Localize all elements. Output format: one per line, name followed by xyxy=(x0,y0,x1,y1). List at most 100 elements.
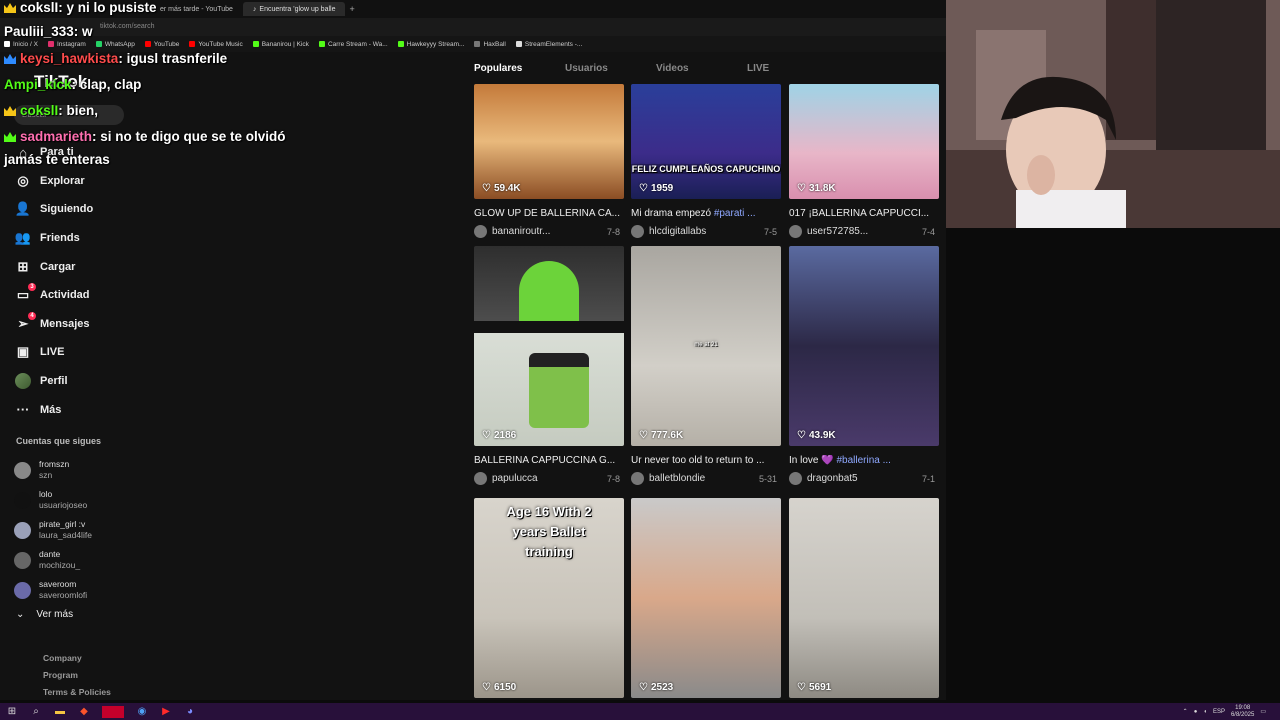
bookmark-item[interactable]: Bananirou | Kick xyxy=(252,41,309,48)
footer-link-program[interactable]: Program xyxy=(43,667,111,684)
following-account[interactable]: pirate_girl :v laura_sad4life xyxy=(14,515,194,545)
bookmark-item[interactable]: StreamElements -... xyxy=(515,41,582,48)
video-caption[interactable]: GLOW UP DE BALLERINA CA... xyxy=(474,208,624,220)
footer-link-terms[interactable]: Terms & Policies xyxy=(43,684,111,701)
tab-live[interactable]: LIVE xyxy=(747,63,838,74)
avatar[interactable] xyxy=(631,225,644,238)
sidebar-item-cargar[interactable]: ⊞ Cargar xyxy=(14,252,194,281)
microphone-icon[interactable]: ● xyxy=(1194,709,1198,715)
video-thumbnail[interactable]: ♡ 2523 xyxy=(631,498,781,698)
bookmark-item[interactable]: Instagram xyxy=(47,41,86,48)
browser-tab-youtube[interactable]: er más tarde - YouTube xyxy=(150,2,243,16)
video-card[interactable]: ♡ 5691 xyxy=(789,498,939,698)
sidebar-item-explorar[interactable]: ◎ Explorar xyxy=(14,167,194,196)
video-thumbnail[interactable]: FELIZ CUMPLEAÑOS CAPUCHINO ♡ 1959 xyxy=(631,84,781,199)
bookmark-favicon-icon xyxy=(4,41,10,47)
video-thumbnail[interactable]: Age 16 With 2 years Ballet training ♡ 6150 xyxy=(474,498,624,698)
video-thumbnail[interactable]: ♡ 5691 xyxy=(789,498,939,698)
sidebar-item-friends[interactable]: 👥 Friends xyxy=(14,224,194,253)
chat-text: : y ni lo pusiste xyxy=(58,0,157,15)
heart-icon: ♡ xyxy=(639,430,648,441)
avatar[interactable] xyxy=(789,472,802,485)
like-count: ♡ 59.4K xyxy=(482,183,521,194)
tab-usuarios[interactable]: Usuarios xyxy=(565,63,656,74)
video-card[interactable]: ♡ 31.8K 017 ¡BALLERINA CAPPUCCI... user5727… xyxy=(789,84,939,238)
tab-populares[interactable]: Populares xyxy=(474,63,565,74)
video-thumbnail[interactable]: ♡ 2186 xyxy=(474,246,624,446)
bookmark-item[interactable]: Carre Stream - Wa... xyxy=(318,41,388,48)
bookmark-favicon-icon xyxy=(474,41,481,47)
tab-videos[interactable]: Videos xyxy=(656,63,747,74)
sidebar-item-perfil[interactable]: Perfil xyxy=(14,367,194,396)
avatar[interactable] xyxy=(789,225,802,238)
chevron-up-icon[interactable]: ⌃ xyxy=(1183,708,1188,715)
windows-start-icon[interactable]: ⊞ xyxy=(6,706,18,718)
new-tab-icon[interactable]: + xyxy=(349,4,354,14)
video-thumbnail[interactable]: ♡ 31.8K xyxy=(789,84,939,199)
caption-text: Mi drama empezó xyxy=(631,208,714,219)
footer-link-company[interactable]: Company xyxy=(43,650,111,667)
brave-browser-icon[interactable]: ◆ xyxy=(78,706,90,718)
following-account[interactable]: saveroom saveroomlofi xyxy=(14,575,194,605)
sidebar-item-live[interactable]: ▣ LIVE xyxy=(14,338,194,367)
sidebar-item-actividad[interactable]: ▭ 3 Actividad xyxy=(14,281,194,310)
caption-hashtag[interactable]: 💜 #ballerina ... xyxy=(821,455,891,466)
video-thumbnail[interactable]: ♡ 59.4K xyxy=(474,84,624,199)
active-app-icon[interactable] xyxy=(102,705,124,718)
see-more-button[interactable]: ⌄ Ver más xyxy=(16,609,73,620)
bookmark-item[interactable]: YouTube Music xyxy=(189,41,243,48)
bookmark-item[interactable]: HaxBall xyxy=(474,41,506,48)
avatar[interactable] xyxy=(631,472,644,485)
video-card[interactable]: Age 16 With 2 years Ballet training ♡ 6150 xyxy=(474,498,624,698)
sidebar-item-label: Cargar xyxy=(40,260,76,273)
browser-tab-tiktok[interactable]: ♪ Encuentra 'glow up balle xyxy=(242,2,346,16)
sidebar-item-mensajes[interactable]: ➢ 4 Mensajes xyxy=(14,310,194,339)
volume-icon[interactable]: ◖ xyxy=(1203,709,1207,715)
video-card[interactable]: FELIZ CUMPLEAÑOS CAPUCHINO ♡ 1959 Mi drama … xyxy=(631,84,781,238)
video-caption[interactable]: BALLERINA CAPPUCCINA G... xyxy=(474,455,624,467)
following-account[interactable]: lolo usuariojoseo xyxy=(14,485,194,515)
bookmark-item[interactable]: Inicio / X xyxy=(4,41,38,48)
chrome-icon[interactable]: ◉ xyxy=(136,706,148,718)
sidebar-item-más[interactable]: ··· Más xyxy=(14,395,194,424)
search-icon[interactable]: ⌕ xyxy=(30,706,42,718)
video-author[interactable]: hlcdigitallabs xyxy=(649,226,764,237)
video-card[interactable]: ♡ 43.9K In love 💜 #ballerina ... dragonbat5… xyxy=(789,246,939,485)
address-bar[interactable]: tiktok.com/search xyxy=(0,18,946,36)
youtube-icon[interactable]: ▶ xyxy=(160,706,172,718)
following-account[interactable]: fromszn szn xyxy=(14,455,194,485)
avatar[interactable] xyxy=(474,225,487,238)
sidebar-item-siguiendo[interactable]: 👤 Siguiendo xyxy=(14,195,194,224)
language-indicator[interactable]: ESP xyxy=(1213,709,1225,715)
video-author[interactable]: bananiroutr... xyxy=(492,226,607,237)
video-thumbnail[interactable]: ♡ 43.9K xyxy=(789,246,939,446)
discord-icon[interactable]: ◕ xyxy=(184,706,196,718)
video-caption[interactable]: Mi drama empezó #parati ... xyxy=(631,208,781,220)
bookmark-item[interactable]: Hawkeyyy Stream... xyxy=(397,41,464,48)
video-author[interactable]: balletblondie xyxy=(649,473,759,484)
following-account[interactable]: dante mochizou_ xyxy=(14,545,194,575)
chat-username: cokslI xyxy=(20,0,59,15)
notifications-icon[interactable]: ▭ xyxy=(1260,708,1266,715)
video-card[interactable]: ♡ 59.4K GLOW UP DE BALLERINA CA... bananiro… xyxy=(474,84,624,238)
video-author[interactable]: dragonbat5 xyxy=(807,473,922,484)
avatar[interactable] xyxy=(474,472,487,485)
video-caption[interactable]: In love 💜 #ballerina ... xyxy=(789,455,939,467)
bookmark-item[interactable]: WhatsApp xyxy=(95,41,135,48)
video-author[interactable]: papulucca xyxy=(492,473,607,484)
chat-text: jamás te enteras xyxy=(4,152,110,167)
video-thumbnail[interactable]: me at 21 ♡ 777.6K xyxy=(631,246,781,446)
file-explorer-icon[interactable]: ▬ xyxy=(54,706,66,718)
bookmark-label: Inicio / X xyxy=(13,40,38,48)
video-card[interactable]: ♡ 2523 xyxy=(631,498,781,698)
bookmark-item[interactable]: YouTube xyxy=(144,41,179,48)
video-caption[interactable]: Ur never too old to return to ... xyxy=(631,455,781,467)
clock[interactable]: 19:08 6/8/2025 xyxy=(1231,705,1254,719)
video-card[interactable]: ♡ 2186 BALLERINA CAPPUCCINA G... papulucca 7… xyxy=(474,246,624,485)
caption-hashtag[interactable]: #parati ... xyxy=(714,208,756,219)
video-meta: dragonbat5 7-1 xyxy=(789,472,939,485)
icon-glyph: 👥 xyxy=(14,230,32,246)
video-card[interactable]: me at 21 ♡ 777.6K Ur never too old to retur… xyxy=(631,246,781,485)
video-author[interactable]: user572785... xyxy=(807,226,922,237)
video-caption[interactable]: 017 ¡BALLERINA CAPPUCCI... xyxy=(789,208,939,220)
